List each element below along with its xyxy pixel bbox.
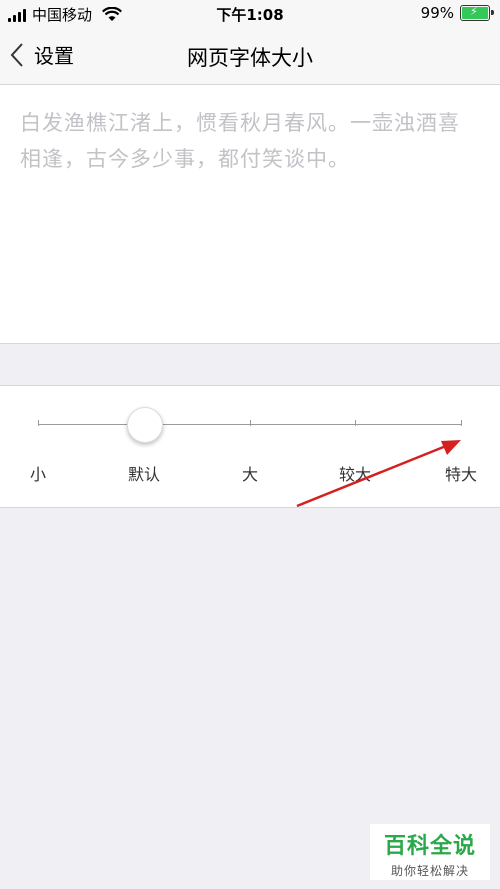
nav-bar: 设置 网页字体大小 [0,28,500,85]
slider-tick [250,420,251,426]
status-bar: 中国移动 下午1:08 99% ⚡ [0,0,500,28]
battery-percent: 99% [420,4,454,22]
slider-level-label[interactable]: 小 [30,461,46,485]
watermark-title: 百科全说 [383,834,476,859]
font-size-slider[interactable]: 小 默认 大 较大 特大 [0,385,500,508]
status-right: 99% ⚡ [420,4,494,22]
slider-tick [355,420,356,426]
battery-fill: ⚡ [462,5,488,19]
preview-text: 白发渔樵江渚上，惯看秋月春风。一壶浊酒喜相逢，古今多少事，都付笑谈中。 [20,111,460,171]
charging-bolt-icon: ⚡ [470,5,478,18]
slider-level-label[interactable]: 较大 [339,461,371,485]
watermark-subtitle: 助你轻松解决 [390,864,469,878]
page-title: 网页字体大小 [187,46,313,70]
slider-tick [38,420,39,426]
slider-level-label[interactable]: 默认 [128,461,160,485]
slider-thumb[interactable] [127,407,163,443]
font-preview-panel: 白发渔樵江渚上，惯看秋月春风。一壶浊酒喜相逢，古今多少事，都付笑谈中。 [0,85,500,344]
battery-icon: ⚡ [460,5,494,21]
watermark-logo: 百科全说 助你轻松解决 [370,824,490,880]
slider-level-label[interactable]: 大 [242,461,258,485]
slider-tick [461,420,462,426]
slider-level-label[interactable]: 特大 [445,461,477,485]
